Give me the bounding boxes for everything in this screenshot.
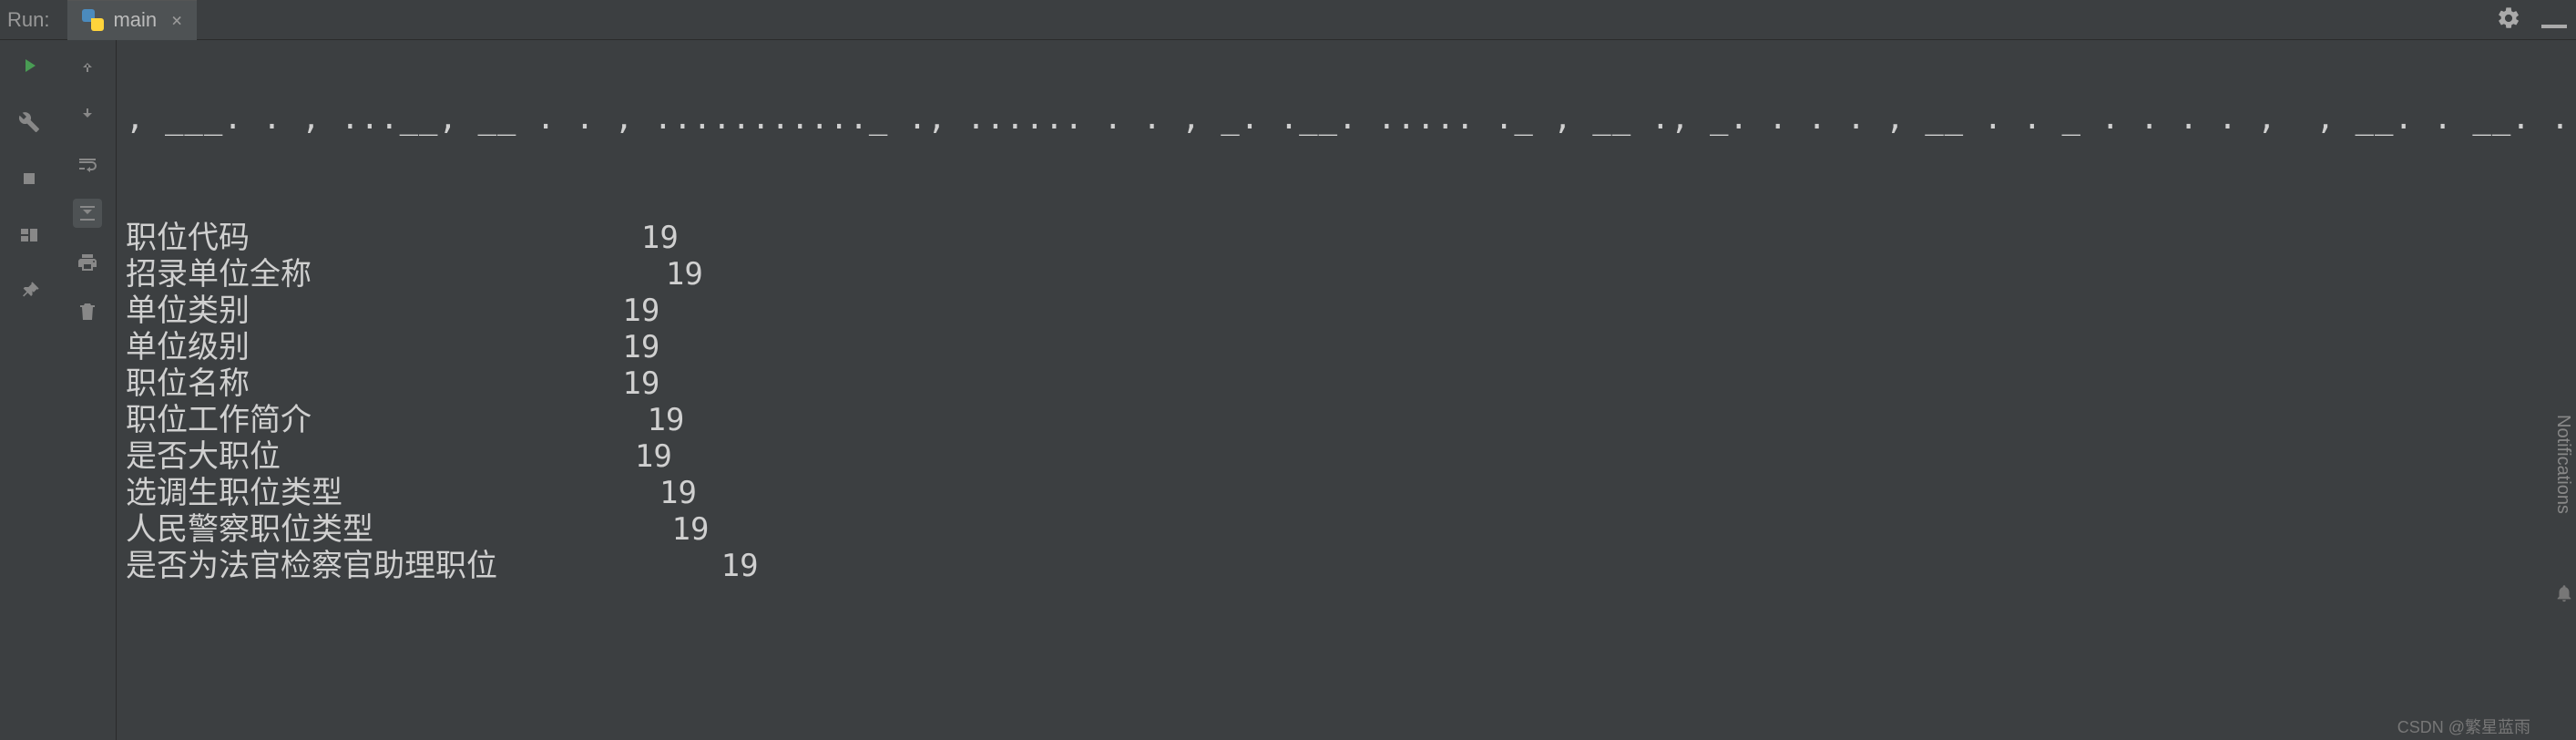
output-row: 人民警察职位类型 19: [126, 511, 2567, 548]
output-row: 单位类别 19: [126, 293, 2567, 329]
pin-icon[interactable]: [15, 277, 44, 306]
truncated-path-line: , ___. . , ...__, __ . . , ..........._ …: [126, 118, 2567, 137]
header-actions: [2496, 0, 2567, 40]
python-icon: [82, 9, 104, 31]
arrow-down-icon[interactable]: [73, 100, 102, 129]
rerun-icon[interactable]: [15, 51, 44, 80]
content-wrapper: , ___. . , ...__, __ . . , ..........._ …: [0, 40, 2576, 740]
primary-toolbar: [0, 40, 58, 740]
output-row: 职位代码 19: [126, 220, 2567, 256]
output-row: 是否为法官检察官助理职位 19: [126, 548, 2567, 584]
run-config-tab[interactable]: main ×: [67, 0, 197, 40]
soft-wrap-icon[interactable]: [73, 149, 102, 179]
run-panel-header: Run: main ×: [0, 0, 2576, 40]
output-row: 职位名称 19: [126, 365, 2567, 402]
tab-name: main: [113, 8, 157, 32]
wrench-icon[interactable]: [15, 108, 44, 137]
scroll-to-end-icon[interactable]: [73, 199, 102, 228]
output-row: 选调生职位类型 19: [126, 475, 2567, 511]
close-tab-icon[interactable]: ×: [171, 9, 182, 31]
arrow-up-icon[interactable]: [73, 51, 102, 80]
watermark-text: CSDN @繁星蓝雨: [2397, 714, 2530, 738]
stop-icon[interactable]: [15, 164, 44, 193]
notifications-tab[interactable]: Notifications: [2550, 407, 2576, 521]
notifications-bell-icon[interactable]: [2554, 583, 2574, 607]
output-row: 是否大职位 19: [126, 438, 2567, 475]
output-row: 职位工作简介 19: [126, 402, 2567, 438]
layout-icon[interactable]: [15, 221, 44, 250]
print-icon[interactable]: [73, 248, 102, 277]
trash-icon[interactable]: [73, 297, 102, 326]
gear-icon[interactable]: [2496, 5, 2521, 35]
minimize-icon[interactable]: [2541, 12, 2567, 28]
panel-label: Run:: [7, 8, 49, 32]
output-row: 招录单位全称 19: [126, 256, 2567, 293]
console-output[interactable]: , ___. . , ...__, __ . . , ..........._ …: [117, 40, 2576, 740]
output-row: 单位级别 19: [126, 329, 2567, 365]
secondary-toolbar: [58, 40, 117, 740]
